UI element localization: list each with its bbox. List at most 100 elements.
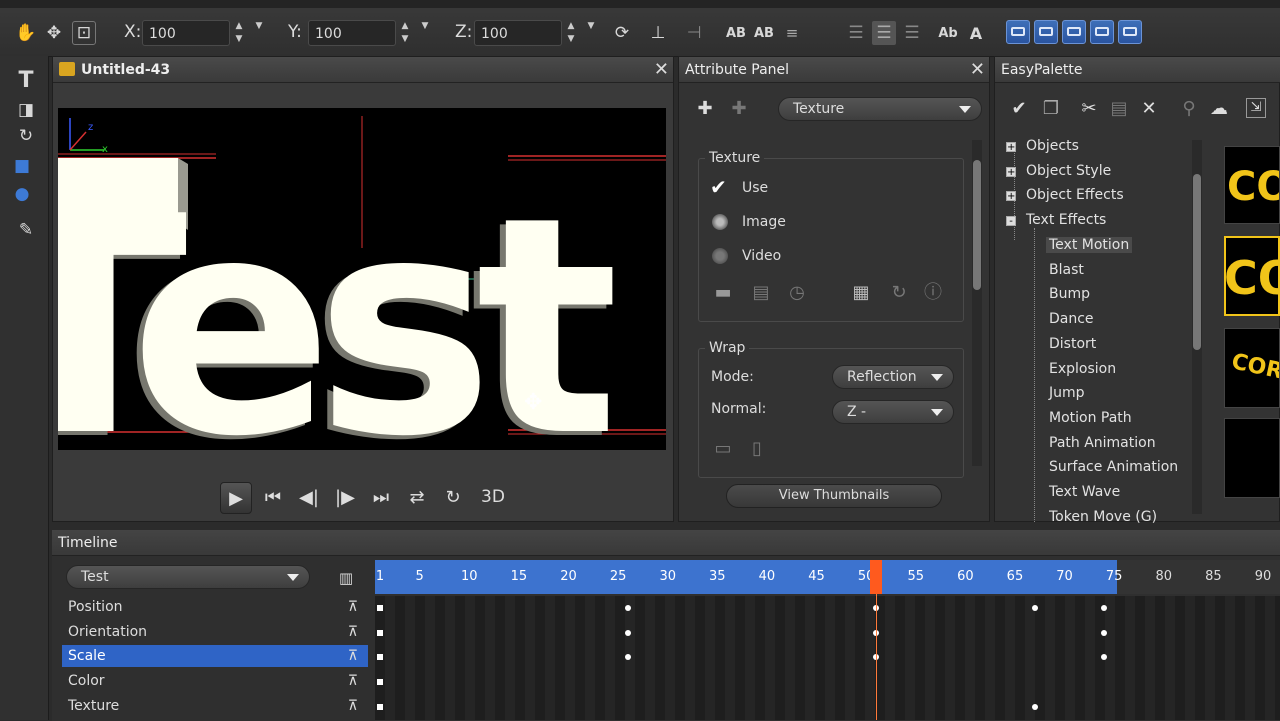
edit-tool-icon[interactable]: ✎ — [14, 218, 38, 242]
x-field[interactable]: 100 — [142, 20, 230, 46]
layout-5-icon[interactable] — [1118, 20, 1142, 44]
expand-object-style-icon[interactable]: + — [1006, 167, 1016, 178]
fit-view-icon[interactable]: ⊡ — [72, 21, 96, 45]
attribute-scrollbar[interactable] — [972, 140, 982, 466]
category-dropdown[interactable]: Texture — [778, 97, 982, 121]
effect-item[interactable]: Path Animation — [1049, 435, 1156, 451]
go-to-start-icon[interactable]: ⏮ — [258, 482, 288, 512]
layout-4-icon[interactable] — [1090, 20, 1114, 44]
pin-icon[interactable]: ⊼ — [348, 670, 358, 692]
effect-item[interactable]: Dance — [1049, 311, 1094, 327]
effect-item[interactable]: Surface Animation — [1049, 459, 1178, 475]
effect-item[interactable]: Text Motion — [1046, 237, 1133, 253]
keyframe[interactable] — [377, 629, 383, 636]
keyframe[interactable] — [1031, 605, 1038, 611]
refresh-icon[interactable]: ↻ — [888, 282, 910, 304]
checkmark-icon[interactable]: ✔ — [1008, 98, 1030, 120]
3d-toggle-button[interactable]: 3D — [478, 482, 508, 512]
track-options-icon[interactable]: ▥ — [334, 566, 358, 590]
shape-tool-icon[interactable]: ◨ — [14, 98, 38, 122]
scissors-icon[interactable]: ✂ — [1078, 98, 1100, 120]
tree-item-object-style[interactable]: Object Style — [1026, 163, 1111, 179]
puzzle-icon[interactable]: ✚ — [694, 98, 716, 120]
rotate-sync-icon[interactable]: ⟳ — [610, 21, 634, 45]
layout-3-icon[interactable] — [1062, 20, 1086, 44]
scrollbar-thumb[interactable] — [973, 160, 981, 290]
keyframe[interactable] — [1031, 703, 1038, 710]
keyframe[interactable] — [625, 605, 632, 611]
track-row[interactable]: Orientation ⊼ — [62, 621, 368, 643]
keyframe[interactable] — [377, 654, 383, 661]
collapse-text-effects-icon[interactable]: - — [1006, 216, 1016, 227]
copy-icon[interactable]: ❐ — [1040, 98, 1062, 120]
pan-hand-icon[interactable]: ✋ — [14, 21, 38, 45]
use-checkbox[interactable]: ✔ — [710, 177, 728, 197]
effect-item[interactable]: Text Wave — [1049, 484, 1120, 500]
normal-dropdown[interactable]: Z - — [832, 400, 954, 424]
effect-item[interactable]: Blast — [1049, 262, 1084, 278]
view-thumbnails-button[interactable]: View Thumbnails — [726, 484, 942, 508]
pin-icon[interactable]: ⊼ — [348, 621, 358, 643]
effect-item[interactable]: Jump — [1049, 385, 1085, 401]
delete-icon[interactable]: ✕ — [1138, 98, 1160, 120]
pin-icon[interactable]: ⊼ — [348, 645, 358, 667]
play-icon[interactable]: ▶ — [220, 482, 252, 514]
image-radio[interactable] — [712, 214, 728, 230]
previous-frame-icon[interactable]: ◀| — [294, 482, 324, 512]
align-right-icon[interactable]: ☰ — [900, 21, 924, 45]
font-size-icon[interactable]: A — [964, 21, 988, 45]
track-row[interactable]: Color ⊼ — [62, 670, 368, 692]
wrap-vertical-icon[interactable]: ▯ — [746, 438, 768, 460]
pin-icon[interactable]: ⊼ — [348, 596, 358, 618]
keyframe[interactable] — [1101, 629, 1108, 636]
track-row[interactable]: Scale ⊼ — [62, 645, 368, 668]
mode-dropdown[interactable]: Reflection — [832, 365, 954, 389]
align-icon[interactable]: ⊥ — [646, 21, 670, 45]
effect-item[interactable]: Bump — [1049, 286, 1090, 302]
cube-tool-icon[interactable]: ■ — [10, 154, 34, 178]
track-row[interactable]: Texture ⊼ — [62, 695, 368, 717]
tree-item-text-effects[interactable]: Text Effects — [1026, 212, 1106, 228]
clipboard-icon[interactable]: ▤ — [750, 282, 772, 304]
keyframe[interactable] — [377, 703, 383, 710]
paste-icon[interactable]: ▤ — [1108, 98, 1130, 120]
effect-item[interactable]: Explosion — [1049, 361, 1116, 377]
tree-item-object-effects[interactable]: Object Effects — [1026, 187, 1124, 203]
expand-object-effects-icon[interactable]: + — [1006, 191, 1016, 202]
next-frame-icon[interactable]: |▶ — [330, 482, 360, 512]
info-icon[interactable]: ⓘ — [922, 282, 944, 304]
keyframe[interactable] — [377, 679, 383, 686]
x-dropdown[interactable]: ▼ — [252, 20, 266, 46]
effect-thumbnail-selected[interactable]: CO — [1224, 236, 1280, 316]
text-tool-icon[interactable]: T — [14, 68, 38, 93]
pin-icon[interactable]: ⊼ — [348, 695, 358, 717]
z-field[interactable]: 100 — [474, 20, 562, 46]
go-to-end-icon[interactable]: ⏭ — [366, 482, 396, 512]
x-spinner[interactable]: ▲ ▼ — [232, 20, 246, 46]
z-spinner[interactable]: ▲ ▼ — [564, 20, 578, 46]
y-dropdown[interactable]: ▼ — [418, 20, 432, 46]
scrollbar-thumb[interactable] — [1193, 174, 1201, 350]
repeat-icon[interactable]: ⇄ — [402, 482, 432, 512]
keyframe[interactable] — [377, 605, 383, 611]
effect-item[interactable]: Motion Path — [1049, 410, 1132, 426]
align-left-icon[interactable]: ☰ — [844, 21, 868, 45]
layout-1-icon[interactable] — [1006, 20, 1030, 44]
effect-item[interactable]: Distort — [1049, 336, 1096, 352]
text-ab-icon[interactable]: AB — [724, 21, 748, 45]
close-icon[interactable]: ✕ — [970, 57, 985, 83]
palette-scrollbar[interactable] — [1192, 140, 1202, 514]
z-dropdown[interactable]: ▼ — [584, 20, 598, 46]
keyframe[interactable] — [625, 629, 632, 636]
effect-thumbnail[interactable]: CORE — [1224, 328, 1280, 408]
export-icon[interactable]: ⇲ — [1246, 98, 1266, 118]
video-radio[interactable] — [712, 248, 728, 264]
layout-2-icon[interactable] — [1034, 20, 1058, 44]
move-icon[interactable]: ✥ — [42, 21, 66, 45]
rotate-tool-icon[interactable]: ↻ — [14, 124, 38, 148]
link-icon[interactable]: ⚲ — [1178, 98, 1200, 120]
texture-map-icon[interactable]: ▦ — [850, 282, 872, 304]
tree-item-objects[interactable]: Objects — [1026, 138, 1079, 154]
puzzle-remove-icon[interactable]: ✚ — [728, 98, 750, 120]
loop-icon[interactable]: ↻ — [438, 482, 468, 512]
